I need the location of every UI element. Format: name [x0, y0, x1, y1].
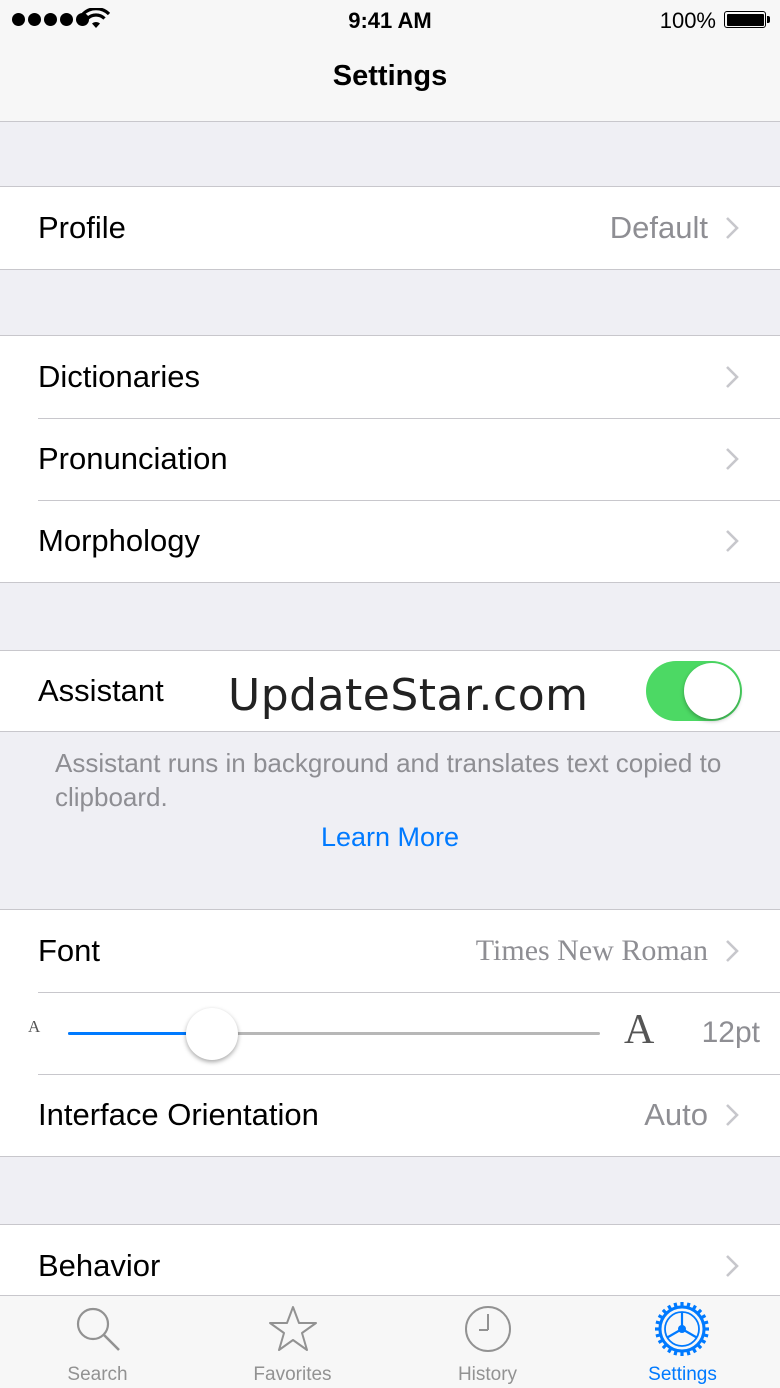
interface-orientation-row[interactable]: Interface Orientation Auto — [0, 1074, 780, 1156]
search-icon — [76, 1307, 120, 1351]
navigation-bar: Settings — [0, 40, 780, 122]
chevron-right-icon — [726, 366, 739, 388]
gear-icon — [655, 1302, 709, 1356]
chevron-right-icon — [726, 1255, 739, 1277]
morphology-row[interactable]: Morphology — [0, 500, 780, 582]
font-size-value: 12pt — [701, 1016, 760, 1049]
interface-orientation-value: Auto — [644, 1097, 708, 1132]
chevron-right-icon — [726, 448, 739, 470]
chevron-right-icon — [726, 530, 739, 552]
language-group: Dictionaries Pronunciation Morphology — [0, 335, 780, 583]
watermark: UpdateStar.com — [228, 670, 589, 721]
font-size-row: A A 12pt — [0, 992, 780, 1074]
interface-orientation-label: Interface Orientation — [38, 1097, 319, 1132]
battery-percent: 100% — [659, 8, 716, 33]
tab-favorites-label: Favorites — [253, 1364, 332, 1385]
dictionaries-row[interactable]: Dictionaries — [0, 336, 780, 418]
tab-bar: Search Favorites History Settings — [0, 1295, 780, 1388]
tab-favorites[interactable]: Favorites — [195, 1296, 390, 1388]
font-label: Font — [38, 933, 101, 968]
profile-group: Profile Default — [0, 186, 780, 270]
morphology-label: Morphology — [38, 523, 200, 558]
tab-history-label: History — [457, 1364, 518, 1385]
page-title: Settings — [332, 60, 448, 92]
assistant-label: Assistant — [38, 673, 164, 708]
tab-settings[interactable]: Settings — [585, 1296, 780, 1388]
chevron-right-icon — [726, 940, 739, 962]
assistant-toggle[interactable] — [646, 661, 742, 721]
font-value: Times New Roman — [475, 934, 708, 967]
tab-search[interactable]: Search — [0, 1296, 195, 1388]
chevron-right-icon — [726, 1104, 739, 1126]
tab-history[interactable]: History — [390, 1296, 585, 1388]
font-size-large-label: A — [624, 1007, 655, 1053]
pronunciation-label: Pronunciation — [38, 441, 228, 476]
status-bar: 9:41 AM 100% — [0, 0, 780, 40]
tab-search-label: Search — [67, 1364, 128, 1385]
assistant-footer-text: Assistant runs in background and transla… — [55, 748, 722, 812]
tab-settings-label: Settings — [648, 1364, 717, 1385]
battery-icon — [724, 11, 770, 28]
font-row[interactable]: Font Times New Roman — [0, 910, 780, 992]
profile-label: Profile — [38, 210, 126, 245]
profile-value: Default — [609, 210, 708, 245]
font-size-slider-thumb[interactable] — [185, 1008, 238, 1060]
profile-row[interactable]: Profile Default — [0, 187, 780, 269]
display-group: Font Times New Roman A A 12pt Interface … — [0, 909, 780, 1157]
chevron-right-icon — [726, 217, 739, 239]
clock-icon — [465, 1306, 511, 1352]
star-icon — [269, 1306, 317, 1351]
font-size-small-label: A — [28, 1017, 41, 1036]
toggle-knob — [684, 663, 740, 719]
learn-more-link[interactable]: Learn More — [0, 822, 780, 853]
dictionaries-label: Dictionaries — [38, 359, 200, 394]
pronunciation-row[interactable]: Pronunciation — [0, 418, 780, 500]
